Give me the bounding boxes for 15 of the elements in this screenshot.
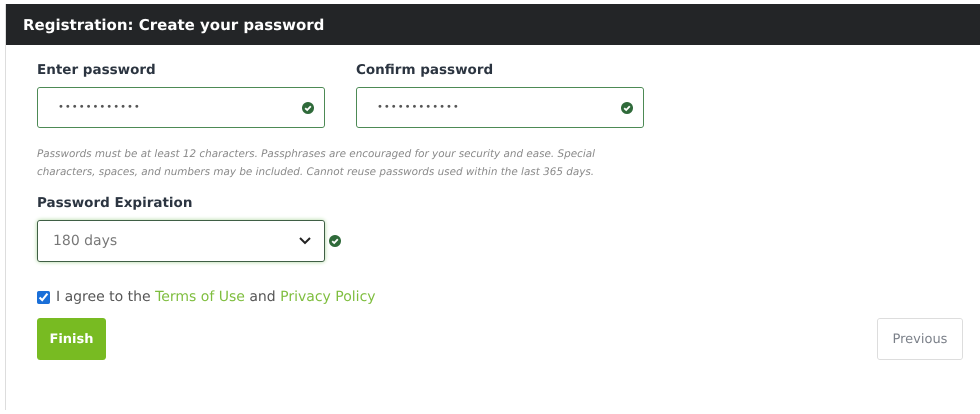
hint-text: Passwords must be at least 12 characters. Passphrases are encouraged for your security and ease. Special characters, spaces, and numbers may be included. Cannot reuse passwords used within the last 365 days. <box>37 147 596 180</box>
field-label: Confirm password <box>356 62 494 78</box>
password-field[interactable]: •••••••••••• <box>37 87 325 128</box>
caret-icon <box>299 237 311 245</box>
field-label: Password Expiration <box>37 195 194 211</box>
field-label: Enter password <box>37 62 157 78</box>
agreement-label: I agree to the Terms of Use and Privacy Policy <box>56 289 376 305</box>
expiration-dropdown[interactable]: 180 days <box>37 220 325 262</box>
password-field[interactable]: •••••••••••• <box>356 87 644 128</box>
finish-button[interactable]: Finish <box>37 318 106 360</box>
link[interactable]: Terms of Use <box>155 289 245 305</box>
previous-button[interactable]: Previous <box>877 318 963 360</box>
page-title: Registration: Create your password <box>23 16 324 34</box>
link[interactable]: Privacy Policy <box>280 289 376 305</box>
agree-checkbox[interactable] <box>37 290 50 304</box>
